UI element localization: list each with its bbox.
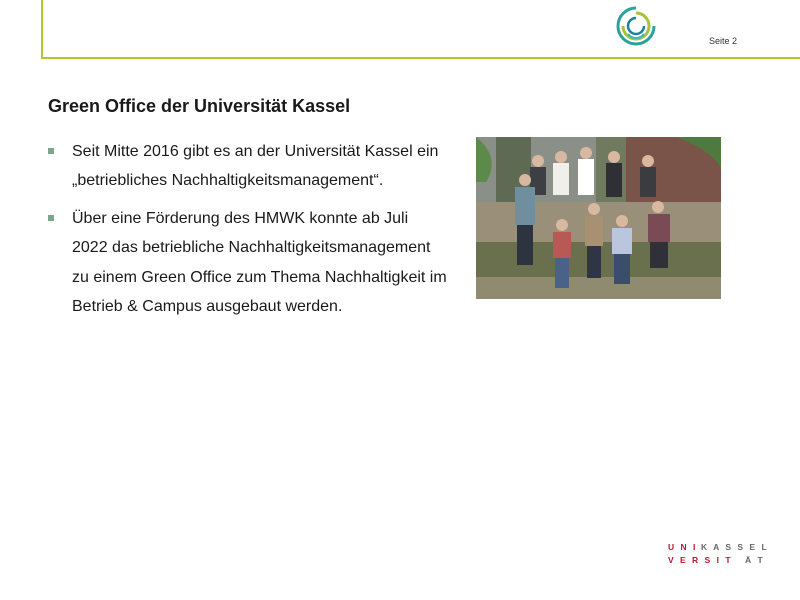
page-number: Seite 2 [709,36,738,46]
header-frame [41,0,800,59]
svg-text:V E R S I T: V E R S I T [668,555,733,565]
bullet-item: Seit Mitte 2016 gibt es an der Universit… [48,137,448,196]
svg-text:K A S S E L: K A S S E L [701,542,768,552]
bullet-text: Seit Mitte 2016 gibt es an der Universit… [72,143,439,190]
team-photo [476,137,721,299]
uni-kassel-logo: U N I K A S S E L V E R S I T Ä T [668,542,768,565]
svg-text:U N I: U N I [668,542,697,552]
page-title: Green Office der Universität Kassel [48,96,351,116]
bullet-square-icon [48,148,54,154]
green-office-logo-icon [616,6,656,46]
bullet-square-icon [48,214,54,221]
bullet-list: Seit Mitte 2016 gibt es an der Universit… [48,137,448,329]
bullet-item: Über eine Förderung des HMWK konnte ab J… [48,204,448,322]
svg-text:Ä T: Ä T [745,555,765,565]
bullet-text: Über eine Förderung des HMWK konnte ab J… [72,209,447,316]
